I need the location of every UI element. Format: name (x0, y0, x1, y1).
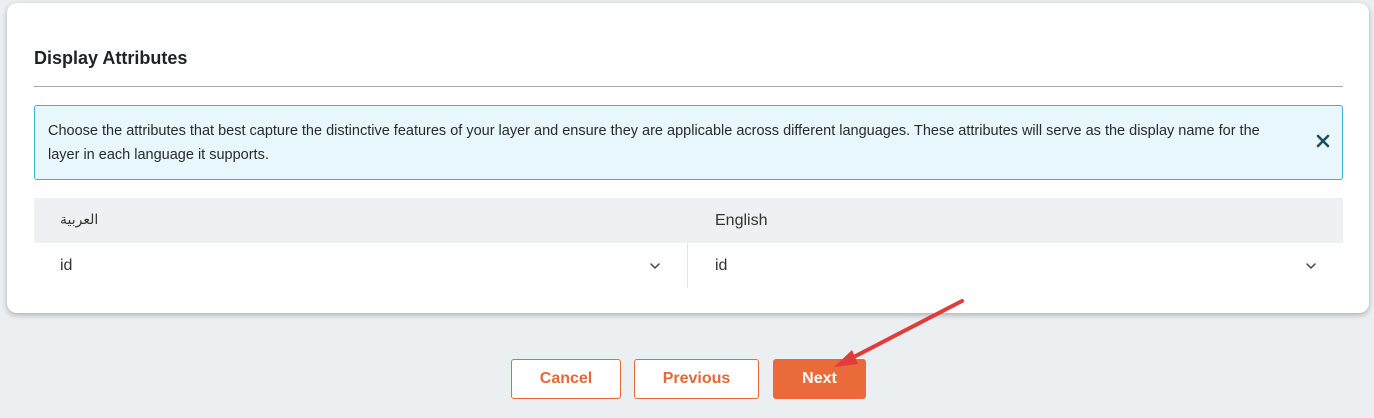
cancel-button[interactable]: Cancel (511, 359, 621, 399)
column-header-english: English (715, 212, 768, 229)
cell-english: id (688, 243, 1343, 288)
next-button[interactable]: Next (773, 359, 866, 399)
info-alert: Choose the attributes that best capture … (34, 105, 1343, 180)
table-header: العربية English (34, 198, 1343, 243)
previous-button[interactable]: Previous (634, 359, 759, 399)
arabic-attribute-select[interactable]: id (34, 243, 687, 288)
chevron-down-icon (1305, 259, 1317, 271)
english-select-value: id (715, 257, 728, 274)
cell-arabic: id (34, 243, 688, 288)
column-header-arabic: العربية (60, 212, 99, 228)
table-row: id id (34, 243, 1343, 288)
section-title: Display Attributes (34, 48, 188, 68)
english-attribute-select[interactable]: id (688, 243, 1343, 288)
attributes-table: العربية English id id (34, 198, 1343, 288)
title-divider (34, 86, 1343, 87)
display-attributes-card: Display Attributes Choose the attributes… (7, 3, 1369, 313)
close-icon[interactable] (1314, 132, 1332, 150)
chevron-down-icon (649, 259, 661, 271)
info-message: Choose the attributes that best capture … (48, 123, 1260, 163)
arabic-select-value: id (60, 257, 73, 274)
